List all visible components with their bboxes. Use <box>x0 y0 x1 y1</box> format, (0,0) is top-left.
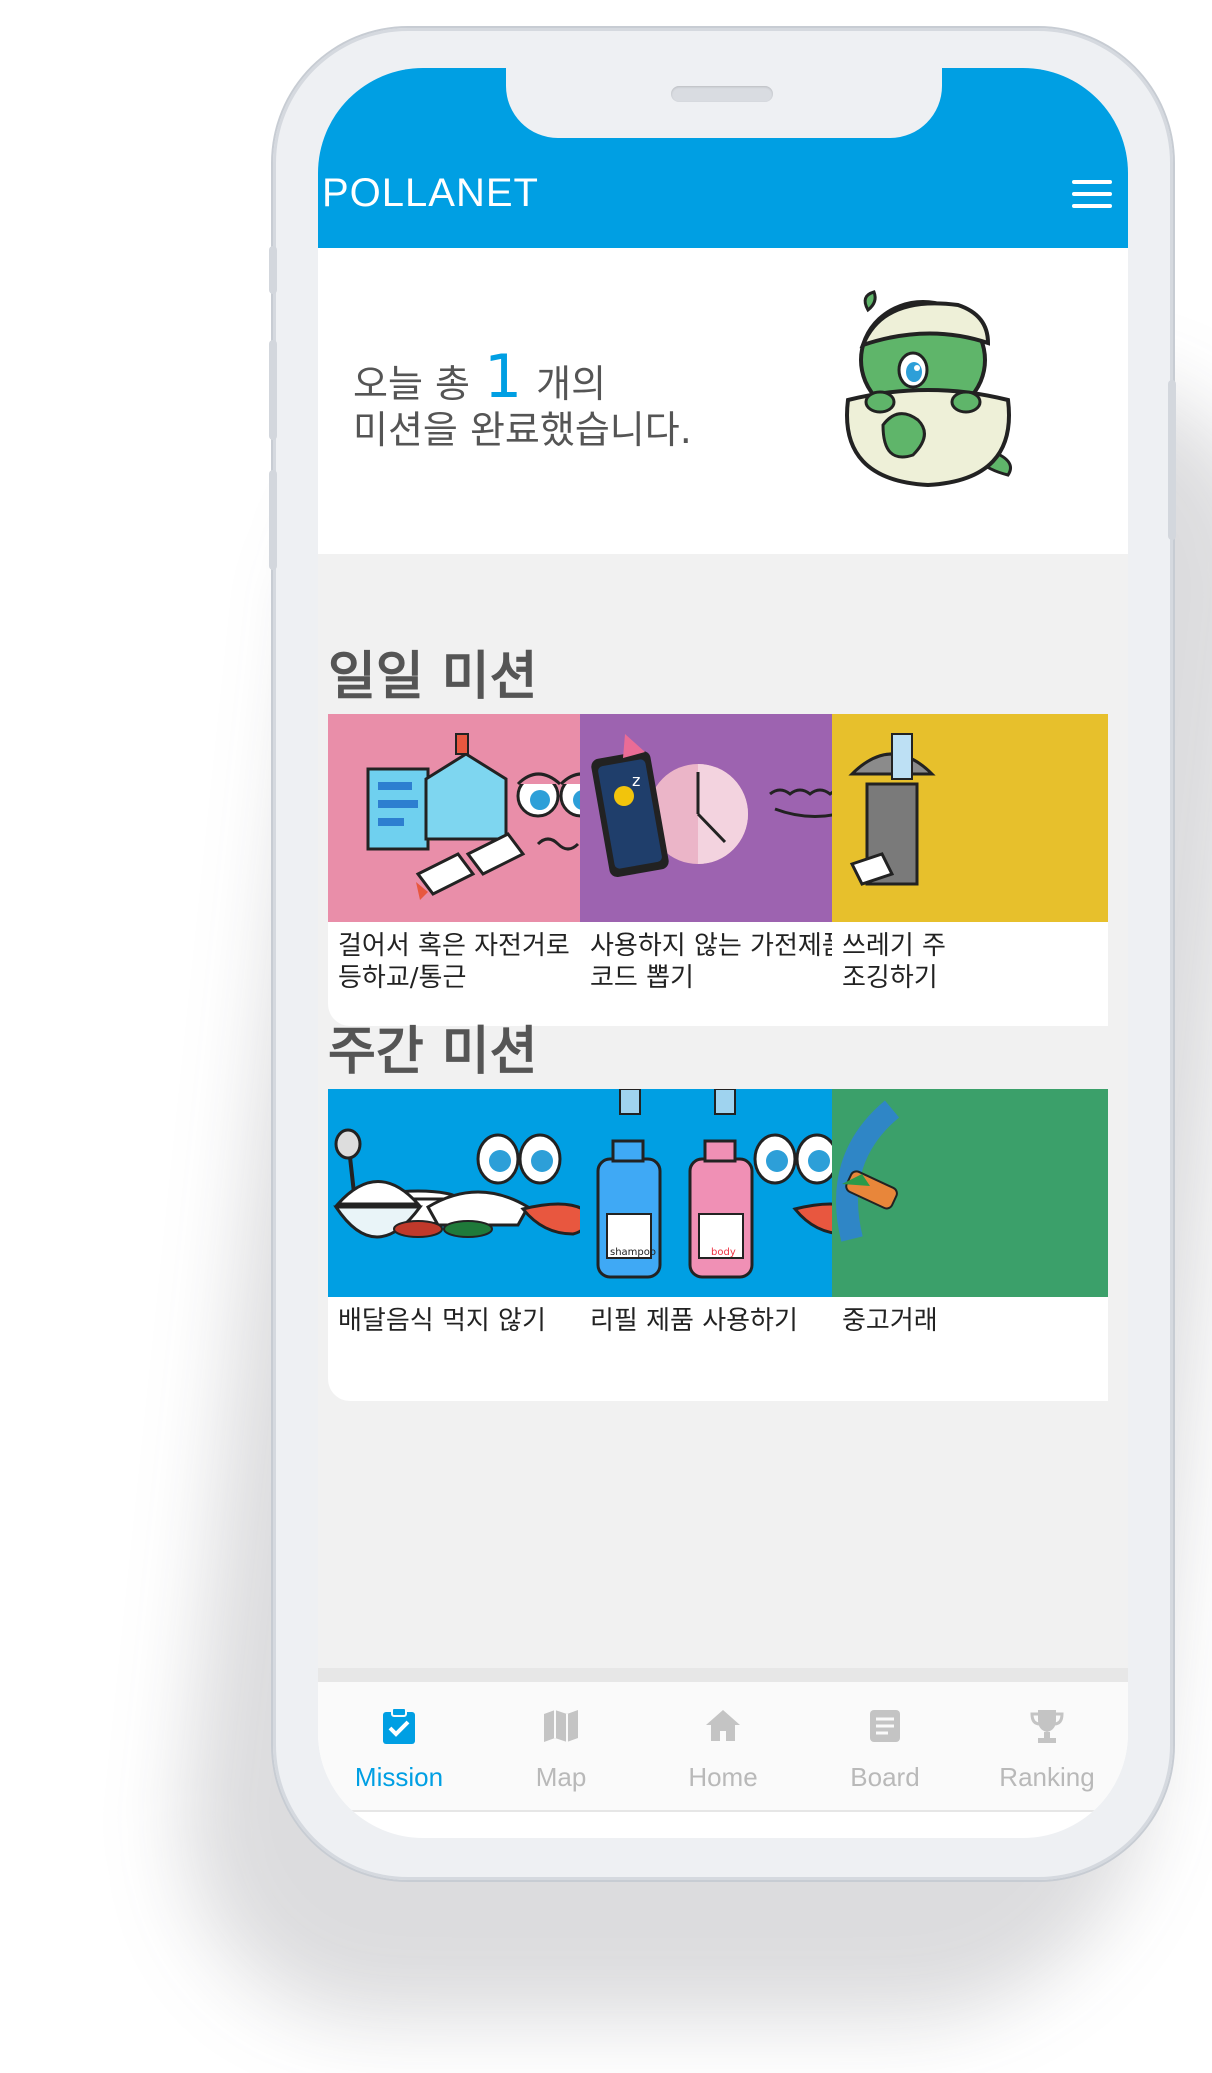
trophy-icon <box>1030 1710 1064 1743</box>
tab-board[interactable]: Board <box>804 1682 966 1810</box>
mission-label: 쓰레기 주 조깅하기 <box>842 931 946 993</box>
app-brand: POLLANET <box>322 171 539 215</box>
tab-map[interactable]: Map <box>480 1682 642 1810</box>
summary-text: 오늘 총 1 개의 미션을 완료했습니다. <box>353 347 692 453</box>
map-icon <box>544 1710 578 1742</box>
svg-text:z: z <box>632 771 640 790</box>
tab-label: Mission <box>354 1762 444 1792</box>
tab-label: Home <box>688 1762 758 1792</box>
progress-summary: 오늘 총 1 개의 미션을 완료했습니다. <box>318 248 1128 554</box>
summary-line2: 미션을 완료했습니다. <box>353 408 692 452</box>
secondhand-illustration <box>832 1089 1108 1297</box>
divider <box>318 1668 1128 1682</box>
tab-label: Board <box>850 1762 920 1792</box>
tab-mission[interactable]: Mission <box>318 1682 480 1810</box>
home-icon <box>706 1710 740 1741</box>
tab-ranking[interactable]: Ranking <box>966 1682 1128 1810</box>
weekly-missions-row[interactable]: 배달음식 먹지 않기 shampoo body 리필 제품 사용하기 중고거래 <box>328 1089 1108 1409</box>
clipboard-check-icon <box>383 1707 415 1744</box>
side-button <box>1168 380 1176 540</box>
body-label: body <box>711 1247 736 1258</box>
shampoo-label: shampoo <box>610 1247 656 1258</box>
side-button <box>269 246 277 294</box>
bottom-navigation: Mission Map Home Board Ranking <box>318 1682 1128 1812</box>
tab-home[interactable]: Home <box>642 1682 804 1810</box>
daily-missions-title: 일일 미션 <box>328 647 538 707</box>
mission-content[interactable]: 일일 미션 걸어서 혹은 자전거로 등하교/통근 z 사용하지 않는 가전제품 … <box>318 554 1128 1682</box>
summary-prefix: 오늘 총 <box>353 362 470 406</box>
tab-label: Map <box>535 1762 587 1792</box>
summary-unit: 개의 <box>536 362 607 406</box>
mascot-illustration <box>845 290 1012 488</box>
side-button <box>269 470 277 570</box>
phone-notch <box>506 68 942 138</box>
weekly-missions-title: 주간 미션 <box>328 1022 538 1082</box>
tab-label: Ranking <box>999 1762 1095 1792</box>
mission-card-secondhand[interactable]: 중고거래 <box>832 1089 1108 1401</box>
daily-missions-row[interactable]: 걸어서 혹은 자전거로 등하교/통근 z 사용하지 않는 가전제품 코드 뽑기 … <box>328 714 1108 1034</box>
trash-illustration <box>832 714 1108 922</box>
document-icon <box>870 1710 900 1742</box>
mission-label: 중고거래 <box>842 1306 938 1336</box>
mission-card-trash-jogging[interactable]: 쓰레기 주 조깅하기 <box>832 714 1108 1026</box>
completed-count: 1 <box>483 342 523 412</box>
speaker-grille <box>671 86 773 102</box>
hamburger-menu-icon[interactable] <box>1072 180 1112 208</box>
app-screen: POLLANET 오늘 총 1 개의 미션을 완료했습니다. 일일 미션 걸어서… <box>318 68 1128 1838</box>
side-button <box>269 340 277 440</box>
